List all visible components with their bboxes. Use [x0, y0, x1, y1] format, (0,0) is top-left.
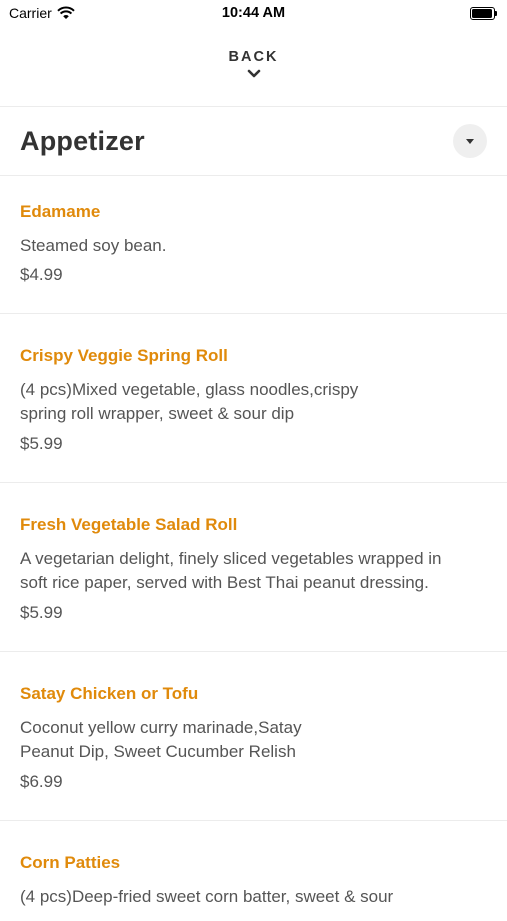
- menu-list: Edamame Steamed soy bean. $4.99 Crispy V…: [0, 176, 507, 921]
- header-divider: [0, 106, 507, 107]
- item-description: (4 pcs)Deep-fried sweet corn batter, swe…: [20, 887, 394, 906]
- item-price: $6.99: [20, 772, 63, 791]
- item-name: Edamame: [20, 202, 101, 221]
- status-time: 10:44 AM: [221, 5, 286, 21]
- item-description: (4 pcs)Mixed vegetable, glass noodles,cr…: [20, 380, 359, 423]
- menu-item[interactable]: Edamame Steamed soy bean. $4.99: [0, 176, 507, 314]
- caret-down-icon: [466, 139, 474, 144]
- item-description: Coconut yellow curry marinade,Satay Pean…: [20, 718, 302, 761]
- menu-item[interactable]: Fresh Vegetable Salad Roll A vegetarian …: [0, 483, 507, 652]
- item-price: $5.99: [20, 603, 63, 622]
- category-title: Appetizer: [20, 126, 145, 156]
- category-dropdown-button[interactable]: [453, 124, 487, 158]
- battery-icon: [470, 7, 497, 20]
- menu-item[interactable]: Satay Chicken or Tofu Coconut yellow cur…: [0, 652, 507, 821]
- status-bar: Carrier 10:44 AM: [0, 0, 507, 30]
- item-description: Steamed soy bean.: [20, 236, 167, 255]
- back-button[interactable]: BACK: [0, 44, 507, 106]
- item-name: Crispy Veggie Spring Roll: [20, 346, 228, 365]
- chevron-down-icon: [247, 69, 260, 78]
- item-description: A vegetarian delight, finely sliced vege…: [20, 549, 442, 592]
- category-header: Appetizer: [0, 108, 507, 175]
- menu-item[interactable]: Crispy Veggie Spring Roll (4 pcs)Mixed v…: [0, 314, 507, 483]
- menu-item[interactable]: Corn Patties (4 pcs)Deep-fried sweet cor…: [0, 821, 507, 921]
- item-price: $5.99: [20, 434, 63, 453]
- item-name: Satay Chicken or Tofu: [20, 684, 199, 703]
- back-label: BACK: [228, 49, 279, 65]
- item-price: $4.99: [20, 265, 63, 284]
- item-name: Corn Patties: [20, 853, 121, 872]
- item-name: Fresh Vegetable Salad Roll: [20, 515, 238, 534]
